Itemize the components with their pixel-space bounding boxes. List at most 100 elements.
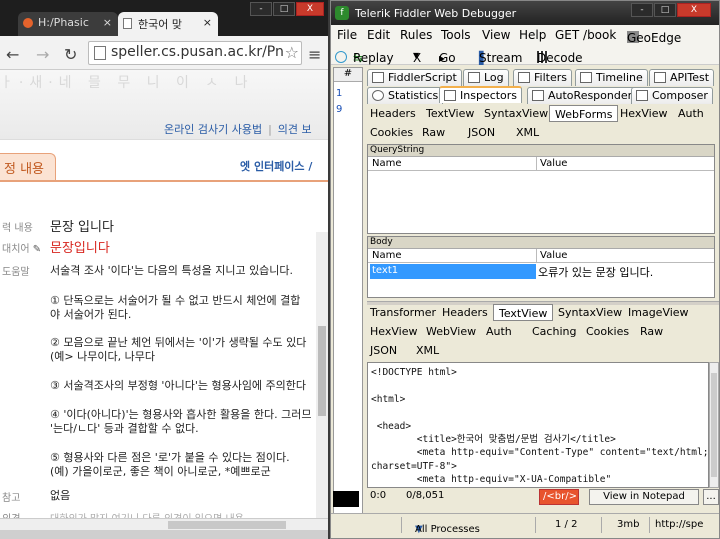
tab-log[interactable]: Log	[463, 69, 509, 86]
col-value[interactable]: Value	[540, 158, 567, 169]
body-title: Body	[368, 237, 714, 249]
log-icon	[468, 72, 480, 83]
horizontal-scrollbar[interactable]	[0, 518, 328, 530]
menu-bar: File Edit Rules Tools View Help GET /boo…	[331, 25, 719, 45]
code-scrollbar[interactable]	[709, 362, 719, 488]
col-name[interactable]: Name	[372, 250, 402, 261]
maximize-button[interactable]: □	[273, 2, 295, 16]
apitest-icon	[654, 72, 666, 83]
tab-composer[interactable]: Composer	[631, 87, 713, 104]
chrome-window: H:/Phasic × 한국어 맞 × - □ X ← → ↻ speller.…	[0, 0, 328, 539]
url-text: speller.cs.pusan.ac.kr/Pn	[111, 44, 284, 60]
link-old-interface[interactable]: 엣 인터페이스 /	[240, 158, 312, 174]
menu-tools[interactable]: Tools	[441, 28, 471, 42]
reload-icon[interactable]: ↻	[64, 45, 77, 64]
tab-strip: H:/Phasic × 한국어 맞 × - □ X	[0, 0, 328, 36]
tab-fiddlerscript[interactable]: FiddlerScript	[367, 69, 462, 86]
resp-tab-hexview[interactable]: HexView	[365, 323, 422, 340]
session-list[interactable]: # 1 9	[333, 67, 363, 523]
tab-filters[interactable]: Filters	[513, 69, 572, 86]
forward-icon[interactable]: →	[36, 45, 49, 64]
menu-rules[interactable]: Rules	[400, 28, 432, 42]
resp-tab-json[interactable]: JSON	[365, 342, 402, 359]
resp-tab-caching[interactable]: Caching	[527, 323, 581, 340]
resp-tab-syntaxview[interactable]: SyntaxView	[553, 304, 627, 321]
body-row-name[interactable]: text1	[370, 264, 536, 279]
resp-tab-webview[interactable]: WebView	[421, 323, 481, 340]
tab-statistics[interactable]: Statistics	[367, 87, 444, 104]
resp-tab-xml[interactable]: XML	[411, 342, 444, 359]
close-button[interactable]: X	[296, 2, 324, 16]
querystring-title: QueryString	[368, 145, 714, 157]
resp-tab-transformer[interactable]: Transformer	[365, 304, 441, 321]
close-icon[interactable]: ×	[203, 16, 212, 29]
session-row[interactable]: 9	[336, 104, 342, 115]
menu-edit[interactable]: Edit	[367, 28, 390, 42]
tab-timeline[interactable]: Timeline	[575, 69, 648, 86]
resp-tab-textview[interactable]: TextView	[493, 304, 554, 321]
tab-apitest[interactable]: APITest	[649, 69, 715, 86]
maximize-button[interactable]: □	[654, 3, 676, 17]
tab-autoresponder[interactable]: AutoResponder	[527, 87, 638, 104]
req-tab-auth[interactable]: Auth	[673, 105, 709, 122]
browser-tab-speller[interactable]: 한국어 맞 ×	[118, 12, 218, 36]
scroll-thumb[interactable]	[168, 521, 286, 529]
querystring-grid[interactable]: QueryString Name Value	[367, 144, 715, 234]
minimize-button[interactable]: -	[631, 3, 653, 17]
browser-tab-phasic[interactable]: H:/Phasic ×	[18, 12, 118, 36]
help-line: 야 서술어가 된다.	[50, 308, 132, 321]
body-grid[interactable]: Body Name Value text1 오류가 있는 문장 입니다.	[367, 236, 715, 298]
req-tab-xml[interactable]: XML	[511, 124, 544, 141]
col-value[interactable]: Value	[540, 250, 567, 261]
menu-get-book[interactable]: GET /book	[555, 28, 616, 42]
vertical-scrollbar[interactable]	[316, 232, 328, 518]
compose-icon	[636, 90, 648, 101]
req-tab-headers[interactable]: Headers	[365, 105, 421, 122]
req-tab-json[interactable]: JSON	[463, 124, 500, 141]
req-tab-textview[interactable]: TextView	[421, 105, 479, 122]
quickexec-box[interactable]	[333, 491, 359, 507]
resp-tab-raw[interactable]: Raw	[635, 323, 668, 340]
tab-inspectors[interactable]: Inspectors	[439, 86, 523, 103]
body-row-value[interactable]: 오류가 있는 문장 입니다.	[538, 264, 653, 280]
close-button[interactable]: X	[677, 3, 711, 17]
address-bar[interactable]: speller.cs.pusan.ac.kr/Pn ☆	[88, 41, 302, 65]
col-name[interactable]: Name	[372, 158, 402, 169]
req-tab-raw[interactable]: Raw	[417, 124, 450, 141]
tab-result-content[interactable]: 정 내용	[0, 153, 56, 180]
more-button[interactable]: ...	[703, 489, 719, 505]
close-icon[interactable]: ×	[103, 16, 112, 29]
star-icon[interactable]: ☆	[284, 43, 299, 62]
resp-tab-imageview[interactable]: ImageView	[623, 304, 694, 321]
code-line: <head>	[371, 420, 412, 432]
menu-icon[interactable]: ≡	[308, 45, 322, 64]
menu-file[interactable]: File	[337, 28, 357, 42]
menu-help[interactable]: Help	[519, 28, 546, 42]
top-links: 온라인 검사기 사용법 | 의견 보	[164, 123, 312, 136]
pencil-icon[interactable]: ✎	[33, 244, 41, 255]
resp-tab-headers[interactable]: Headers	[437, 304, 493, 321]
menu-view[interactable]: View	[482, 28, 510, 42]
find-input[interactable]: /<br/>	[539, 489, 579, 505]
label-replace: 대치어 ✎	[2, 244, 42, 255]
session-row[interactable]: 1	[336, 88, 342, 99]
scroll-thumb[interactable]	[711, 373, 717, 477]
status-url: http://spe	[655, 519, 704, 530]
req-tab-hexview[interactable]: HexView	[615, 105, 672, 122]
body-columns: Name Value	[368, 249, 714, 263]
minimize-button[interactable]: -	[250, 2, 272, 16]
resp-tab-auth[interactable]: Auth	[481, 323, 517, 340]
replace-text[interactable]: 문장입니다	[50, 237, 110, 256]
response-text-view[interactable]: <!DOCTYPE html>​<html>​ <head> <title>한국…	[367, 362, 709, 488]
back-icon[interactable]: ←	[6, 45, 19, 64]
req-tab-cookies[interactable]: Cookies	[365, 124, 418, 141]
req-tab-webforms[interactable]: WebForms	[549, 105, 619, 122]
scroll-thumb[interactable]	[318, 326, 326, 416]
link-feedback[interactable]: 의견 보	[278, 123, 312, 136]
cursor-position: 0:0	[370, 490, 387, 501]
req-tab-syntaxview[interactable]: SyntaxView	[479, 105, 553, 122]
view-in-notepad-button[interactable]: View in Notepad	[589, 489, 699, 505]
resp-tab-cookies[interactable]: Cookies	[581, 323, 634, 340]
fiddler-window: f Telerik Fiddler Web Debugger - □ X Fil…	[330, 0, 720, 539]
link-usage-guide[interactable]: 온라인 검사기 사용법	[164, 123, 262, 136]
